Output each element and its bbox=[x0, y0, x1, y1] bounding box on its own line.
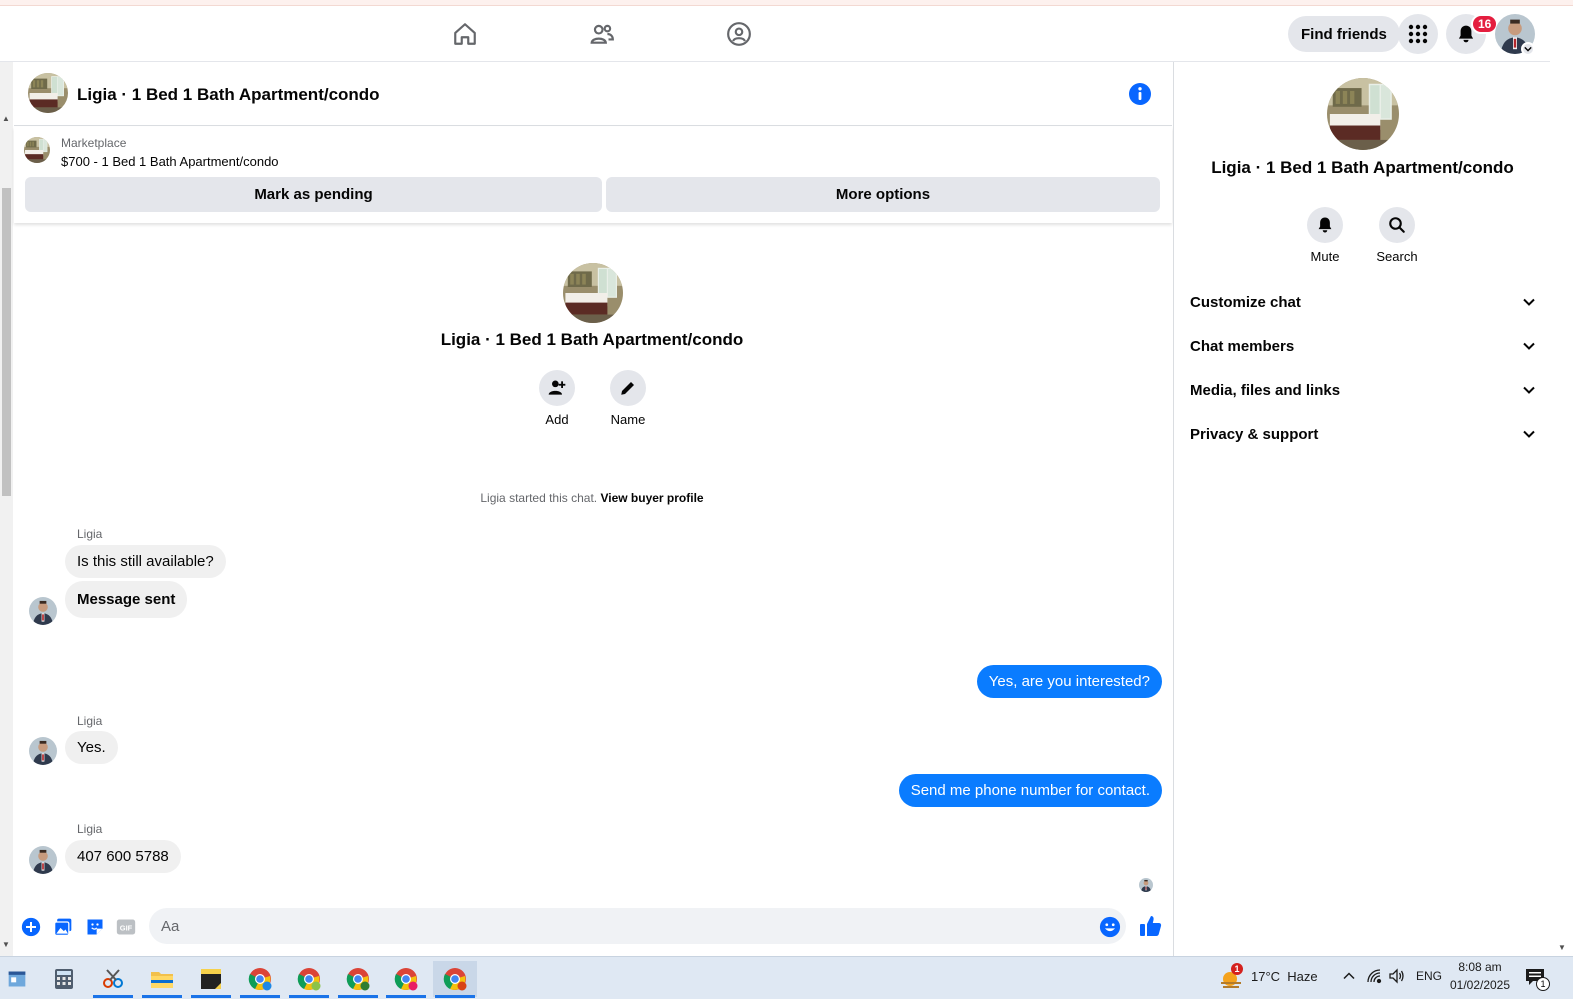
windows-taskbar: 1 17°C Haze ENG 8:08 am 01/02/2025 1 bbox=[0, 956, 1573, 999]
chevron-down-icon bbox=[1523, 342, 1535, 350]
chevron-down-icon[interactable] bbox=[1521, 42, 1535, 56]
seen-indicator-avatar bbox=[1139, 878, 1153, 892]
window-app-icon[interactable] bbox=[0, 961, 34, 997]
message-sender: Ligia bbox=[77, 822, 103, 836]
svg-text:GIF: GIF bbox=[120, 923, 133, 932]
incoming-message[interactable]: Message sent bbox=[65, 581, 188, 618]
marketplace-listing-bar: Marketplace $700 - 1 Bed 1 Bath Apartmen… bbox=[14, 127, 1172, 223]
clock-time[interactable]: 8:08 am bbox=[1448, 960, 1512, 974]
chat-avatar[interactable] bbox=[28, 73, 68, 113]
top-navigation-bar: Find friends 16 bbox=[0, 6, 1550, 62]
sender-avatar[interactable] bbox=[29, 597, 57, 625]
scroll-up-arrow[interactable]: ▲ bbox=[2, 114, 10, 123]
message-sender: Ligia bbox=[77, 714, 103, 728]
weather-text[interactable]: 17°C Haze bbox=[1251, 969, 1318, 984]
chrome-profile-icon[interactable] bbox=[384, 961, 428, 998]
incoming-message[interactable]: Yes. bbox=[65, 731, 118, 764]
outgoing-message[interactable]: Send me phone number for contact. bbox=[898, 774, 1162, 807]
section-label: Customize chat bbox=[1190, 293, 1301, 311]
message-composer: GIF bbox=[14, 902, 1172, 952]
intro-title: Ligia · 1 Bed 1 Bath Apartment/condo bbox=[440, 330, 744, 349]
add-people-button[interactable]: Add bbox=[527, 370, 587, 427]
listing-thumbnail[interactable] bbox=[24, 137, 50, 163]
listing-title[interactable]: $700 - 1 Bed 1 Bath Apartment/condo bbox=[61, 154, 279, 169]
chrome-profile-icon[interactable] bbox=[336, 961, 380, 998]
chat-title[interactable]: Ligia · 1 Bed 1 Bath Apartment/condo bbox=[77, 85, 380, 105]
thumbs-up-icon[interactable] bbox=[1138, 913, 1164, 939]
friends-icon[interactable] bbox=[582, 16, 622, 52]
action-center-count: 1 bbox=[1536, 977, 1550, 991]
chrome-profile-icon[interactable] bbox=[433, 961, 477, 998]
menu-grid-icon[interactable] bbox=[1398, 14, 1438, 54]
plus-circle-icon[interactable] bbox=[20, 916, 42, 938]
scroll-down-arrow[interactable]: ▼ bbox=[2, 940, 10, 949]
search-icon bbox=[1379, 207, 1415, 243]
chat-header: Ligia · 1 Bed 1 Bath Apartment/condo bbox=[14, 62, 1172, 126]
chrome-profile-icon[interactable] bbox=[287, 961, 331, 998]
scrollbar-thumb[interactable] bbox=[2, 188, 11, 496]
message-sender: Ligia bbox=[77, 527, 103, 541]
gif-icon[interactable]: GIF bbox=[115, 916, 137, 938]
emoji-icon[interactable] bbox=[1099, 916, 1121, 938]
pencil-icon bbox=[610, 370, 646, 406]
section-label: Privacy & support bbox=[1190, 425, 1319, 443]
snipping-tool-icon[interactable] bbox=[91, 961, 135, 998]
edit-name-button[interactable]: Name bbox=[598, 370, 658, 427]
add-label: Add bbox=[545, 412, 569, 427]
home-icon[interactable] bbox=[445, 16, 485, 52]
chrome-profile-icon[interactable] bbox=[238, 961, 282, 998]
group-avatar[interactable] bbox=[563, 263, 623, 323]
mute-button[interactable]: Mute bbox=[1295, 207, 1355, 264]
section-label: Chat members bbox=[1190, 337, 1295, 355]
conversation-details-panel: Ligia · 1 Bed 1 Bath Apartment/condo Mut… bbox=[1173, 62, 1550, 956]
media-files-links-section[interactable]: Media, files and links bbox=[1190, 372, 1536, 408]
volume-icon[interactable] bbox=[1389, 968, 1405, 989]
mark-as-pending-button[interactable]: Mark as pending bbox=[25, 177, 602, 212]
groups-icon[interactable] bbox=[719, 16, 759, 52]
network-icon[interactable] bbox=[1366, 968, 1382, 989]
section-label: Media, files and links bbox=[1190, 381, 1341, 399]
chat-members-section[interactable]: Chat members bbox=[1190, 328, 1536, 364]
panel-chat-avatar[interactable] bbox=[1327, 78, 1399, 150]
outgoing-message[interactable]: Yes, are you interested? bbox=[976, 665, 1162, 698]
incoming-message[interactable]: Is this still available? bbox=[65, 545, 226, 578]
view-buyer-profile-link[interactable]: View buyer profile bbox=[600, 491, 703, 505]
calculator-icon[interactable] bbox=[42, 961, 86, 997]
scroll-down-arrow[interactable]: ▼ bbox=[1558, 943, 1566, 952]
chevron-down-icon bbox=[1523, 298, 1535, 306]
chevron-down-icon bbox=[1523, 430, 1535, 438]
info-icon[interactable] bbox=[1128, 82, 1152, 106]
name-label: Name bbox=[610, 412, 646, 427]
sender-avatar[interactable] bbox=[29, 737, 57, 765]
search-label: Search bbox=[1376, 249, 1418, 264]
chevron-up-icon[interactable] bbox=[1342, 969, 1356, 988]
started-text: Ligia started this chat. bbox=[480, 491, 598, 505]
incoming-message[interactable]: 407 600 5788 bbox=[65, 840, 181, 873]
chevron-down-icon bbox=[1523, 386, 1535, 394]
more-options-button[interactable]: More options bbox=[606, 177, 1160, 212]
search-button[interactable]: Search bbox=[1367, 207, 1427, 264]
sender-avatar[interactable] bbox=[29, 846, 57, 874]
marketplace-label: Marketplace bbox=[61, 136, 127, 150]
add-person-icon bbox=[539, 370, 575, 406]
sticky-notes-icon[interactable] bbox=[189, 961, 233, 998]
left-scrollbar[interactable]: ▲ ▼ bbox=[0, 62, 13, 956]
photo-icon[interactable] bbox=[52, 916, 74, 938]
bell-icon bbox=[1307, 207, 1343, 243]
message-input[interactable] bbox=[149, 908, 1126, 944]
find-friends-button[interactable]: Find friends bbox=[1288, 16, 1400, 52]
weather-badge: 1 bbox=[1231, 963, 1243, 975]
privacy-support-section[interactable]: Privacy & support bbox=[1190, 416, 1536, 452]
customize-chat-section[interactable]: Customize chat bbox=[1190, 284, 1536, 320]
mute-label: Mute bbox=[1310, 249, 1340, 264]
sticker-icon[interactable] bbox=[84, 916, 106, 938]
file-explorer-icon[interactable] bbox=[140, 961, 184, 998]
language-indicator[interactable]: ENG bbox=[1416, 969, 1442, 983]
chat-started-notice: Ligia started this chat. View buyer prof… bbox=[392, 491, 792, 505]
clock-date[interactable]: 01/02/2025 bbox=[1448, 978, 1512, 992]
right-scrollbar[interactable]: ▼ bbox=[1551, 6, 1573, 956]
panel-chat-title: Ligia · 1 Bed 1 Bath Apartment/condo bbox=[1211, 158, 1514, 177]
